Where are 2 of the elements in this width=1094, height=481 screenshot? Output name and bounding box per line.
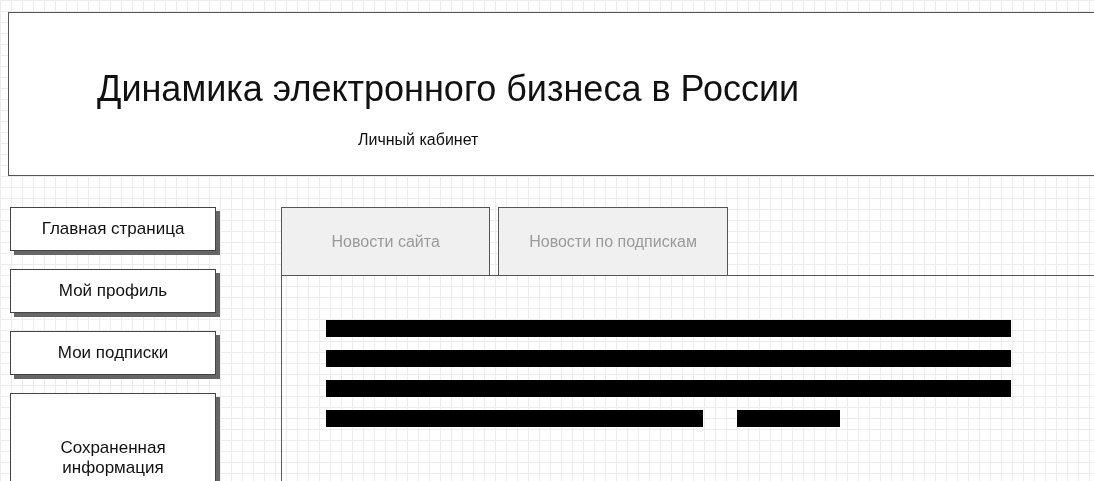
page-subtitle: Личный кабинет (358, 130, 479, 149)
page-title: Динамика электронного бизнеса в России (97, 69, 800, 109)
